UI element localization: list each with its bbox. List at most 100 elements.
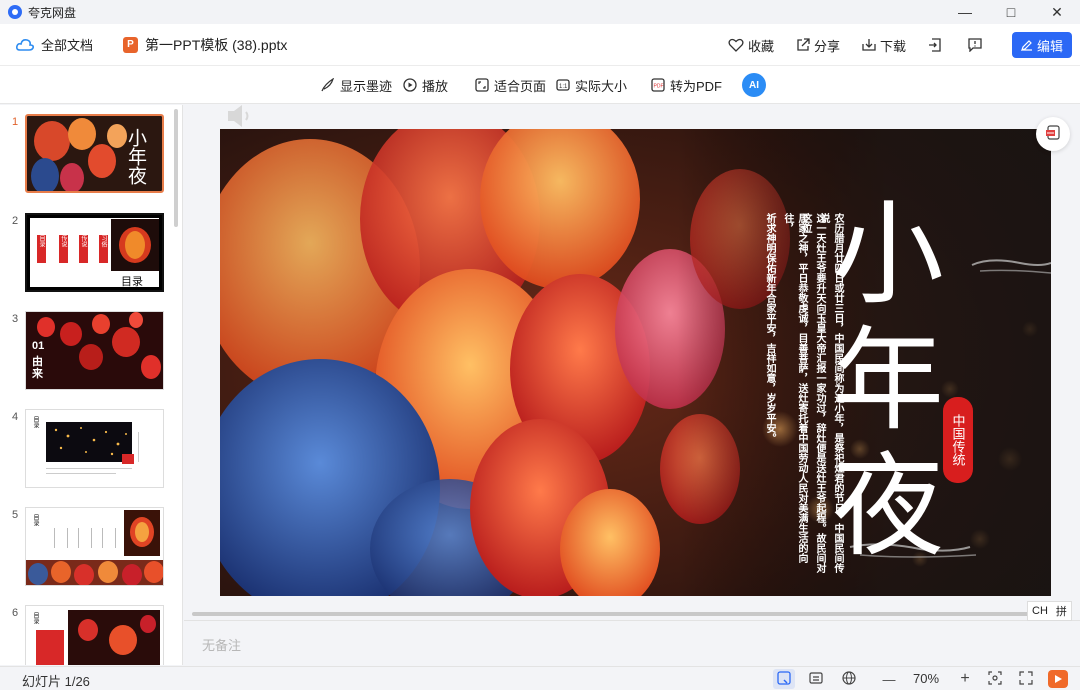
slide-5-lantern-image bbox=[124, 510, 160, 556]
app-logo-icon bbox=[8, 5, 22, 19]
download-button[interactable]: 下载 bbox=[862, 36, 906, 55]
pencil-icon bbox=[1021, 39, 1033, 51]
thumbnail-number: 2 bbox=[12, 215, 19, 227]
speaker-notes[interactable]: 无备注 bbox=[202, 635, 241, 654]
thumbnail-title: 小年夜 bbox=[125, 128, 146, 185]
fit-page-button[interactable]: 适合页面 bbox=[475, 66, 546, 104]
download-icon bbox=[862, 38, 876, 52]
thumbnail-toc-item: 传说 bbox=[79, 235, 88, 263]
thumbnail-1[interactable]: 1 小年夜 bbox=[0, 114, 175, 204]
cloud-icon[interactable] bbox=[16, 36, 34, 54]
play-circle-icon bbox=[403, 78, 417, 92]
pptx-file-icon: P bbox=[123, 36, 139, 53]
slide-title-char: 夜 bbox=[832, 442, 944, 572]
show-ink-button[interactable]: 显示墨迹 bbox=[321, 66, 392, 104]
thumbnail-toc-item: 传说 bbox=[59, 235, 68, 263]
zoom-out-button[interactable]: — bbox=[878, 669, 900, 689]
fit-page-icon bbox=[475, 78, 489, 92]
thumbnail-label: 目录 bbox=[32, 514, 38, 526]
ai-assistant-button[interactable]: AI bbox=[742, 73, 766, 97]
save-to-drive-button[interactable] bbox=[928, 38, 946, 52]
thumbnail-2[interactable]: 2 目录 传说 传说 习俗 目录 bbox=[0, 213, 175, 303]
normal-view-button[interactable] bbox=[773, 669, 795, 689]
play-button[interactable]: 播放 bbox=[403, 66, 448, 104]
slide-3-preview bbox=[26, 312, 163, 389]
slide-4-night-image bbox=[46, 422, 132, 462]
thumbnail-label: 目录 bbox=[121, 276, 143, 288]
share-button[interactable]: 分享 bbox=[796, 36, 840, 55]
fit-screen-icon bbox=[988, 670, 1002, 688]
share-label: 分享 bbox=[813, 38, 840, 54]
heart-icon bbox=[728, 38, 744, 52]
ime-indicator[interactable]: CH 拼 bbox=[1027, 601, 1072, 621]
favorite-button[interactable]: 收藏 bbox=[728, 36, 774, 55]
language-button[interactable] bbox=[838, 669, 860, 689]
thumbnail-image: 小年夜 bbox=[25, 114, 164, 193]
share-icon bbox=[796, 38, 810, 52]
fit-page-label: 适合页面 bbox=[494, 78, 547, 94]
file-name: 第一PPT模板 (38).pptx bbox=[145, 36, 288, 53]
globe-icon bbox=[842, 670, 856, 688]
current-slide[interactable]: 小 年 夜 中国传统 农历腊月廿四日或廿三日，中国民间称为过小年，是祭祀灶君的节… bbox=[220, 129, 1051, 596]
thumbnail-5[interactable]: 5 目录 bbox=[0, 507, 175, 597]
edit-button[interactable]: 编辑 bbox=[1012, 32, 1072, 58]
convert-pdf-button[interactable]: PDF 转为PDF bbox=[651, 66, 722, 104]
zoom-level: 70% bbox=[913, 671, 940, 686]
title-bar: 夸克网盘 — □ ✕ bbox=[0, 0, 1080, 24]
thumbnail-number: 3 bbox=[12, 313, 19, 325]
slideshow-play-button[interactable] bbox=[1048, 670, 1068, 688]
slide-6-lantern-image bbox=[68, 610, 160, 665]
show-ink-label: 显示墨迹 bbox=[340, 78, 393, 94]
maximize-button[interactable]: □ bbox=[988, 0, 1034, 24]
feedback-button[interactable] bbox=[968, 38, 986, 52]
thumbnail-image: 目录 bbox=[25, 409, 164, 488]
thumbnail-label: 目录 bbox=[32, 416, 38, 428]
speaker-icon bbox=[226, 103, 260, 132]
play-icon bbox=[1053, 672, 1063, 687]
svg-text:PDF: PDF bbox=[654, 84, 664, 90]
slide-thumbnail-panel: 1 小年夜 2 目录 传说 传说 习俗 目录 3 01 由来 4 目录 5 目录… bbox=[0, 105, 183, 665]
close-button[interactable]: ✕ bbox=[1034, 0, 1080, 24]
ime-mode: 拼 bbox=[1055, 606, 1067, 618]
export-icon bbox=[928, 38, 942, 52]
thumbnail-image: 目录 传说 传说 习俗 目录 bbox=[25, 213, 164, 292]
svg-text:1:1: 1:1 bbox=[559, 84, 568, 90]
thumbnail-number: 1 bbox=[12, 116, 19, 128]
thumbnail-section-number: 01 bbox=[32, 340, 45, 352]
zoom-in-button[interactable]: + bbox=[954, 669, 976, 689]
thumbnail-3[interactable]: 3 01 由来 bbox=[0, 311, 175, 401]
slide-body-line: 居家之神，平日恭敬虔诚，目善菩萨，送灶寄托着中国劳动人民对美满生活的向往， bbox=[782, 213, 807, 563]
thumbnail-toc-item: 目录 bbox=[37, 235, 46, 263]
status-bar: 幻灯片 1/26 — 70% + bbox=[0, 666, 1080, 690]
window-controls: — □ ✕ bbox=[942, 0, 1080, 24]
thumbnail-number: 4 bbox=[12, 411, 19, 423]
slide-title-char: 小 bbox=[832, 190, 944, 320]
ime-language: CH bbox=[1032, 605, 1048, 617]
feedback-icon bbox=[968, 38, 982, 52]
thumbnail-toc-item: 习俗 bbox=[99, 235, 108, 263]
slide-viewer: 小 年 夜 中国传统 农历腊月廿四日或廿三日，中国民间称为过小年，是祭祀灶君的节… bbox=[184, 105, 1080, 665]
pdf-tool-button[interactable] bbox=[1036, 117, 1070, 151]
horizontal-scrollbar[interactable] bbox=[192, 612, 1030, 616]
notes-divider[interactable] bbox=[184, 620, 1080, 621]
pdf-tool-icon bbox=[1045, 124, 1061, 144]
slide-2-lantern-image bbox=[111, 219, 159, 271]
minimize-button[interactable]: — bbox=[942, 0, 988, 24]
notes-view-button[interactable] bbox=[805, 669, 827, 689]
thumbnail-image: 目录 bbox=[25, 507, 164, 586]
fullscreen-button[interactable] bbox=[1015, 669, 1037, 689]
actual-size-label: 实际大小 bbox=[575, 78, 628, 94]
fit-screen-button[interactable] bbox=[984, 669, 1006, 689]
actual-size-button[interactable]: 1:1 实际大小 bbox=[556, 66, 627, 104]
favorite-label: 收藏 bbox=[747, 38, 774, 54]
thumbnail-scrollbar[interactable] bbox=[174, 109, 178, 227]
document-header: 全部文档 P 第一PPT模板 (38).pptx 收藏 分享 下载 编辑 bbox=[0, 24, 1080, 66]
slide-counter: 幻灯片 1/26 bbox=[22, 674, 90, 689]
traditional-seal: 中国传统 bbox=[943, 397, 973, 483]
play-label: 播放 bbox=[422, 78, 449, 94]
thumbnail-6[interactable]: 6 目录 bbox=[0, 605, 175, 665]
actual-size-icon: 1:1 bbox=[556, 78, 570, 92]
thumbnail-4[interactable]: 4 目录 bbox=[0, 409, 175, 499]
breadcrumb-all-docs[interactable]: 全部文档 bbox=[41, 35, 93, 54]
app-name: 夸克网盘 bbox=[28, 5, 77, 20]
